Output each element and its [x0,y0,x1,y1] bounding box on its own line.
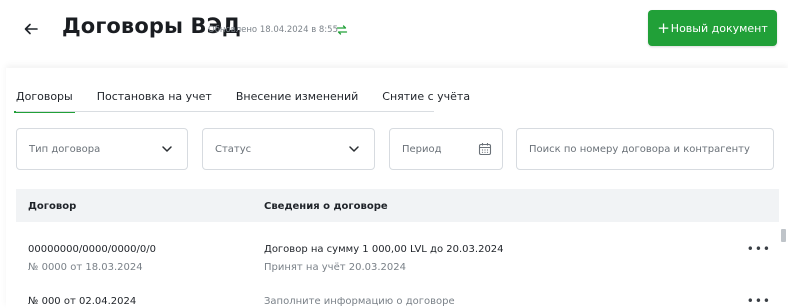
search-placeholder: Поиск по номеру договора и контрагенту [529,143,750,155]
plus-icon: + [657,18,670,37]
search-input[interactable]: Поиск по номеру договора и контрагенту [516,128,774,170]
calendar-icon [478,143,492,156]
new-document-label: Новый документ [670,21,768,35]
more-options-icon[interactable]: ••• [747,294,771,308]
back-button[interactable] [20,18,42,40]
scrollbar[interactable] [781,229,786,242]
status-placeholder: Статус [215,143,252,155]
more-options-icon[interactable]: ••• [747,242,771,256]
column-header-info: Сведения о договоре [264,201,388,212]
contract-info: Договор на сумму 1 000,00 LVL до 20.03.2… [264,244,504,255]
tab-bar: Договоры Постановка на учет Внесение изм… [14,90,494,113]
chevron-down-icon [162,146,172,152]
contract-info-sub: Принят на учёт 20.03.2024 [264,262,407,273]
table-row[interactable]: 00000000/0000/0000/0/0 № 0000 от 18.03.2… [16,240,779,280]
contract-sub: № 0000 от 18.03.2024 [28,262,143,273]
contract-type-select[interactable]: Тип договора [16,128,188,170]
tab-changes[interactable]: Внесение изменений [236,90,358,112]
period-placeholder: Период [402,143,442,155]
updated-timestamp: Обновлено 18.04.2024 в 8:55 [208,25,338,35]
tab-deregistration[interactable]: Снятие с учёта [382,90,470,112]
content-panel: Договоры Постановка на учет Внесение изм… [6,68,788,308]
period-picker[interactable]: Период [389,128,503,170]
tab-registration[interactable]: Постановка на учет [97,90,212,112]
contract-type-placeholder: Тип договора [29,143,101,155]
refresh-icon[interactable] [335,22,349,36]
contract-number: 00000000/0000/0000/0/0 [28,244,156,255]
column-header-contract: Договор [28,201,77,212]
new-document-button[interactable]: + Новый документ [648,10,777,46]
chevron-down-icon [349,146,359,152]
contract-info: Заполните информацию о договоре [264,296,455,307]
table-row[interactable]: № 000 от 02.04.2024 Заполните информацию… [16,294,779,308]
arrow-left-icon [24,23,38,35]
page-header: Договоры ВЭД Обновлено 18.04.2024 в 8:55… [0,0,788,64]
status-select[interactable]: Статус [202,128,375,170]
contract-number: № 000 от 02.04.2024 [28,296,137,307]
tabs-divider [16,111,434,112]
table-header: Договор Сведения о договоре [16,189,779,222]
tab-contracts[interactable]: Договоры [14,90,75,113]
